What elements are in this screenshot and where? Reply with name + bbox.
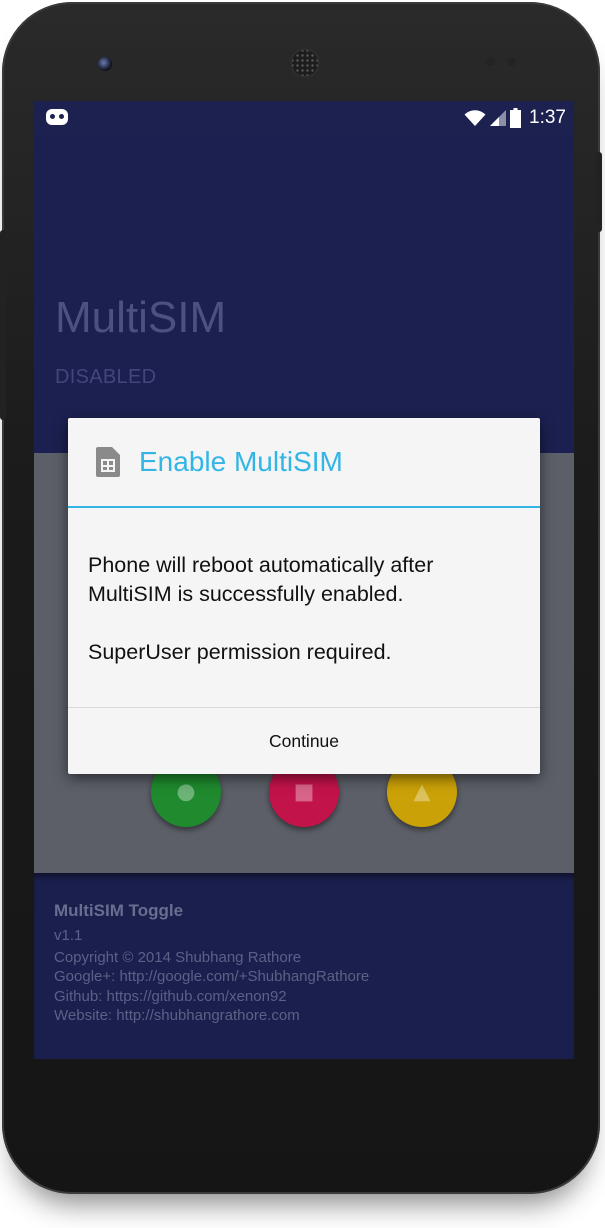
dialog-title: Enable MultiSIM (139, 446, 343, 477)
phone-frame: 1:37 MultiSIM DISABLED ● ■ ▲ MultiSIM To… (0, 2, 602, 1194)
enable-dialog: Enable MultiSIM Phone will reboot automa… (68, 418, 540, 774)
dialog-message: Phone will reboot automatically after Mu… (88, 553, 434, 664)
proximity-sensor (486, 57, 495, 66)
screen: 1:37 MultiSIM DISABLED ● ■ ▲ MultiSIM To… (34, 101, 574, 1059)
volume-button (0, 230, 6, 420)
front-camera (98, 57, 112, 71)
earpiece-speaker (290, 48, 320, 78)
power-button (596, 152, 602, 232)
dialog-header: Enable MultiSIM (68, 418, 540, 508)
sim-card-icon (96, 447, 120, 477)
continue-button[interactable]: Continue (68, 708, 540, 774)
light-sensor (507, 57, 516, 66)
